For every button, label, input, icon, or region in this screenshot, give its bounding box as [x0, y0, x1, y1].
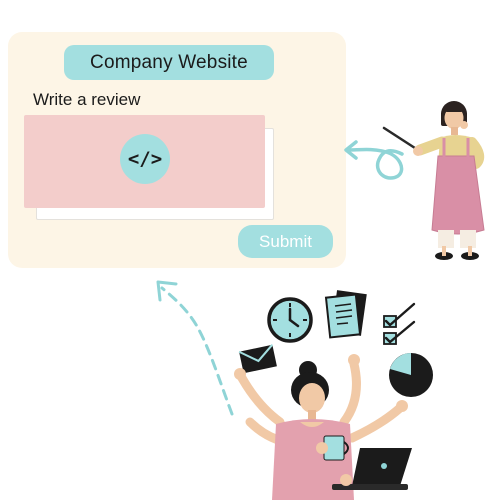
- submit-button[interactable]: Submit: [238, 225, 333, 258]
- clock-icon: [267, 297, 313, 343]
- multitasking-woman-illustration: [234, 354, 412, 500]
- review-label: Write a review: [33, 90, 141, 109]
- checklist-icon: [383, 302, 416, 345]
- documents-icon: [324, 290, 367, 339]
- woman-with-pointer-illustration: [382, 101, 485, 260]
- form-title: Company Website: [64, 45, 274, 80]
- code-icon: </>: [120, 134, 170, 184]
